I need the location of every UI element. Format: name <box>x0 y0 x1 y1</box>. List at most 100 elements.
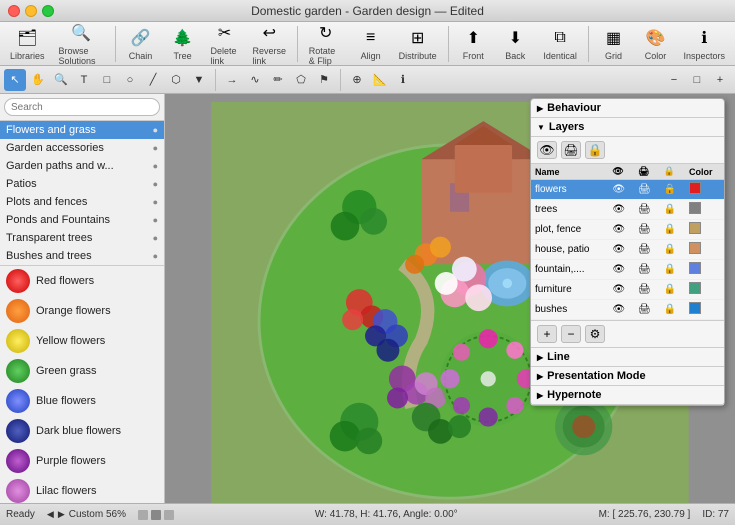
behaviour-section[interactable]: ▶ Behaviour <box>531 99 724 118</box>
color-button[interactable]: 🎨 Color <box>636 24 676 63</box>
layer-eye[interactable]: 👁 <box>608 280 634 300</box>
circle-tool[interactable]: ○ <box>119 69 141 91</box>
shape-green-grass[interactable]: Green grass <box>0 356 164 386</box>
layer-lock[interactable]: 🔒 <box>660 200 685 220</box>
category-bushes-trees[interactable]: Bushes and trees ● <box>0 247 164 265</box>
shape-yellow-flowers[interactable]: Yellow flowers <box>0 326 164 356</box>
text-tool[interactable]: T <box>73 69 95 91</box>
snap-tool[interactable]: ⊕ <box>346 69 368 91</box>
category-transparent-trees[interactable]: Transparent trees ● <box>0 229 164 247</box>
layer-print[interactable]: 🖨 <box>634 180 660 200</box>
more-tools[interactable]: ▼ <box>188 69 210 91</box>
layer-lock-btn[interactable]: 🔒 <box>585 141 605 159</box>
maximize-button[interactable] <box>42 5 54 17</box>
category-flowers-grass[interactable]: Flowers and grass ● <box>0 121 164 139</box>
arrow-tool[interactable]: → <box>221 69 243 91</box>
polygon-tool[interactable]: ⬠ <box>290 69 312 91</box>
canvas-area[interactable]: ▶ Behaviour ▼ Layers 👁 🖨 🔒 Name 👁 🖨 � <box>165 94 735 503</box>
layer-color[interactable] <box>685 280 724 300</box>
category-garden-paths[interactable]: Garden paths and w... ● <box>0 157 164 175</box>
tree-button[interactable]: 🌲 Tree <box>163 24 203 63</box>
grid-button[interactable]: ▦ Grid <box>594 24 634 63</box>
layer-eye[interactable]: 👁 <box>608 200 634 220</box>
layer-lock[interactable]: 🔒 <box>660 180 685 200</box>
category-ponds-fountains[interactable]: Ponds and Fountains ● <box>0 211 164 229</box>
front-button[interactable]: ⬆ Front <box>453 24 493 63</box>
back-button[interactable]: ⬇ Back <box>495 24 535 63</box>
layer-lock[interactable]: 🔒 <box>660 280 685 300</box>
layer-lock[interactable]: 🔒 <box>660 220 685 240</box>
libraries-button[interactable]: 🗂 Libraries <box>4 24 51 63</box>
hypernote-section[interactable]: ▶ Hypernote <box>531 386 724 405</box>
layers-section-header[interactable]: ▼ Layers <box>531 118 724 137</box>
add-layer-btn[interactable]: + <box>537 325 557 343</box>
info-tool[interactable]: ℹ <box>392 69 414 91</box>
layer-row-fountain[interactable]: fountain,.... 👁 🖨 🔒 <box>531 260 724 280</box>
nav-prev-icon[interactable]: ◀ <box>47 509 54 520</box>
layer-eye[interactable]: 👁 <box>608 220 634 240</box>
shape-purple-flowers[interactable]: Purple flowers <box>0 446 164 476</box>
remove-layer-btn[interactable]: − <box>561 325 581 343</box>
rect-tool[interactable]: □ <box>96 69 118 91</box>
layer-print[interactable]: 🖨 <box>634 220 660 240</box>
layer-eye[interactable]: 👁 <box>608 240 634 260</box>
shape-blue-flowers[interactable]: Blue flowers <box>0 386 164 416</box>
layer-color[interactable] <box>685 300 724 320</box>
delete-link-button[interactable]: ✂ Delete link <box>205 19 245 68</box>
measure-tool[interactable]: 📐 <box>369 69 391 91</box>
layer-print[interactable]: 🖨 <box>634 240 660 260</box>
layer-print[interactable]: 🖨 <box>634 260 660 280</box>
browse-solutions-button[interactable]: 🔍 Browse Solutions <box>53 19 110 68</box>
layer-eye[interactable]: 👁 <box>608 180 634 200</box>
layer-print[interactable]: 🖨 <box>634 300 660 320</box>
zoom-fit-tool[interactable]: □ <box>686 69 708 91</box>
layer-eye[interactable]: 👁 <box>608 300 634 320</box>
settings-layer-btn[interactable]: ⚙ <box>585 325 605 343</box>
layer-row-trees[interactable]: trees 👁 🖨 🔒 <box>531 200 724 220</box>
layer-lock[interactable]: 🔒 <box>660 300 685 320</box>
distribute-button[interactable]: ⊞ Distribute <box>393 24 443 63</box>
identical-button[interactable]: ⧉ Identical <box>537 24 583 63</box>
layer-lock[interactable]: 🔒 <box>660 240 685 260</box>
category-patios[interactable]: Patios ● <box>0 175 164 193</box>
layer-color[interactable] <box>685 240 724 260</box>
minimize-button[interactable] <box>25 5 37 17</box>
layer-print[interactable]: 🖨 <box>634 200 660 220</box>
line-tool[interactable]: ╱ <box>142 69 164 91</box>
line-section[interactable]: ▶ Line <box>531 347 724 367</box>
layer-row-plot-fence[interactable]: plot, fence 👁 🖨 🔒 <box>531 220 724 240</box>
bezier-tool[interactable]: ∿ <box>244 69 266 91</box>
layer-color[interactable] <box>685 220 724 240</box>
stamp-tool[interactable]: ⚑ <box>313 69 335 91</box>
shape-orange-flowers[interactable]: Orange flowers <box>0 296 164 326</box>
layer-color[interactable] <box>685 260 724 280</box>
category-plots-fences[interactable]: Plots and fences ● <box>0 193 164 211</box>
zoom-out-tool[interactable]: − <box>663 69 685 91</box>
layer-color[interactable] <box>685 180 724 200</box>
inspectors-button[interactable]: ℹ Inspectors <box>678 24 732 63</box>
zoom-in-tool[interactable]: + <box>709 69 731 91</box>
align-button[interactable]: ≡ Align <box>351 24 391 63</box>
zoom-tool[interactable]: 🔍 <box>50 69 72 91</box>
layer-lock[interactable]: 🔒 <box>660 260 685 280</box>
shape-dark-blue-flowers[interactable]: Dark blue flowers <box>0 416 164 446</box>
layer-row-bushes[interactable]: bushes 👁 🖨 🔒 <box>531 300 724 320</box>
layer-row-flowers[interactable]: flowers 👁 🖨 🔒 <box>531 180 724 200</box>
layer-eye[interactable]: 👁 <box>608 260 634 280</box>
chain-button[interactable]: 🔗 Chain <box>121 24 161 63</box>
freehand-tool[interactable]: ✏ <box>267 69 289 91</box>
shape-lilac-flowers[interactable]: Lilac flowers <box>0 476 164 503</box>
nav-next-icon[interactable]: ▶ <box>58 509 65 520</box>
select-tool[interactable]: ↖ <box>4 69 26 91</box>
close-button[interactable] <box>8 5 20 17</box>
layer-print[interactable]: 🖨 <box>634 280 660 300</box>
category-garden-accessories[interactable]: Garden accessories ● <box>0 139 164 157</box>
reverse-link-button[interactable]: ↩ Reverse link <box>247 19 293 68</box>
search-input[interactable] <box>4 98 160 116</box>
presentation-section[interactable]: ▶ Presentation Mode <box>531 367 724 386</box>
layer-eye-btn[interactable]: 👁 <box>537 141 557 159</box>
layer-row-furniture[interactable]: furniture 👁 🖨 🔒 <box>531 280 724 300</box>
shape-red-flowers[interactable]: Red flowers <box>0 266 164 296</box>
layer-row-house[interactable]: house, patio 👁 🖨 🔒 <box>531 240 724 260</box>
layer-print-btn[interactable]: 🖨 <box>561 141 581 159</box>
